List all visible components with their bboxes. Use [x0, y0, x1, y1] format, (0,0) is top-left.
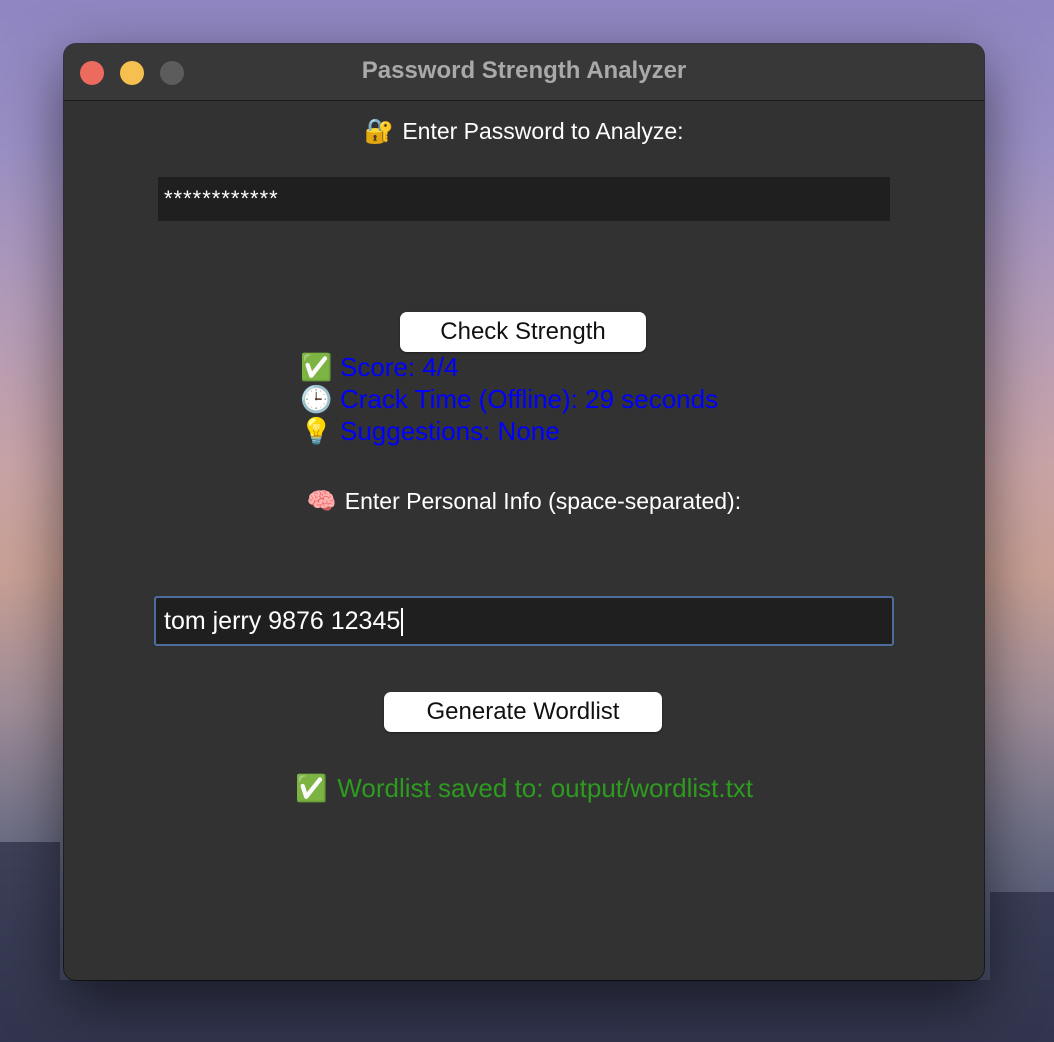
- window-title: Password Strength Analyzer: [361, 57, 687, 84]
- desktop-city-silhouette: [990, 892, 1054, 1042]
- personal-info-label: 🧠 Enter Personal Info (space-separated):: [64, 487, 984, 516]
- suggestions-text: Suggestions: None: [340, 416, 560, 446]
- text-cursor: [401, 608, 404, 637]
- app-window: Password Strength Analyzer 🔐 Enter Passwo…: [64, 44, 984, 980]
- password-label: 🔐 Enter Password to Analyze:: [64, 117, 984, 146]
- personal-info-label-text: Enter Personal Info (space-separated):: [344, 488, 742, 514]
- personal-info-input[interactable]: tom jerry 9876 12345: [154, 596, 894, 646]
- check-mark-icon: ✅: [300, 352, 333, 382]
- check-mark-icon: ✅: [294, 773, 328, 803]
- light-bulb-icon: 💡: [300, 416, 333, 446]
- score-row: ✅ Score: 4/4: [300, 351, 718, 383]
- clock-icon: 🕒: [300, 384, 333, 414]
- brain-icon: 🧠: [306, 488, 337, 515]
- crack-time-row: 🕒 Crack Time (Offline): 29 seconds: [300, 383, 718, 415]
- password-label-text: Enter Password to Analyze:: [402, 118, 684, 144]
- lock-key-icon: 🔐: [364, 118, 395, 145]
- password-input[interactable]: ************: [158, 177, 890, 221]
- suggestions-row: 💡 Suggestions: None: [300, 415, 718, 447]
- status-text: Wordlist saved to: output/wordlist.txt: [337, 773, 754, 803]
- check-strength-button[interactable]: Check Strength: [400, 312, 646, 352]
- strength-results: ✅ Score: 4/4 🕒 Crack Time (Offline): 29 se…: [300, 351, 718, 447]
- generate-wordlist-button[interactable]: Generate Wordlist: [384, 692, 662, 732]
- desktop-city-silhouette: [60, 980, 990, 1042]
- desktop-city-silhouette: [0, 842, 60, 1042]
- main-content: 🔐 Enter Password to Analyze: ************…: [64, 101, 984, 980]
- personal-info-value: tom jerry 9876 12345: [164, 607, 401, 635]
- score-text: Score: 4/4: [340, 352, 459, 382]
- status-message: ✅ Wordlist saved to: output/wordlist.txt: [64, 773, 984, 804]
- title-bar[interactable]: Password Strength Analyzer: [64, 44, 984, 101]
- crack-time-text: Crack Time (Offline): 29 seconds: [340, 384, 719, 414]
